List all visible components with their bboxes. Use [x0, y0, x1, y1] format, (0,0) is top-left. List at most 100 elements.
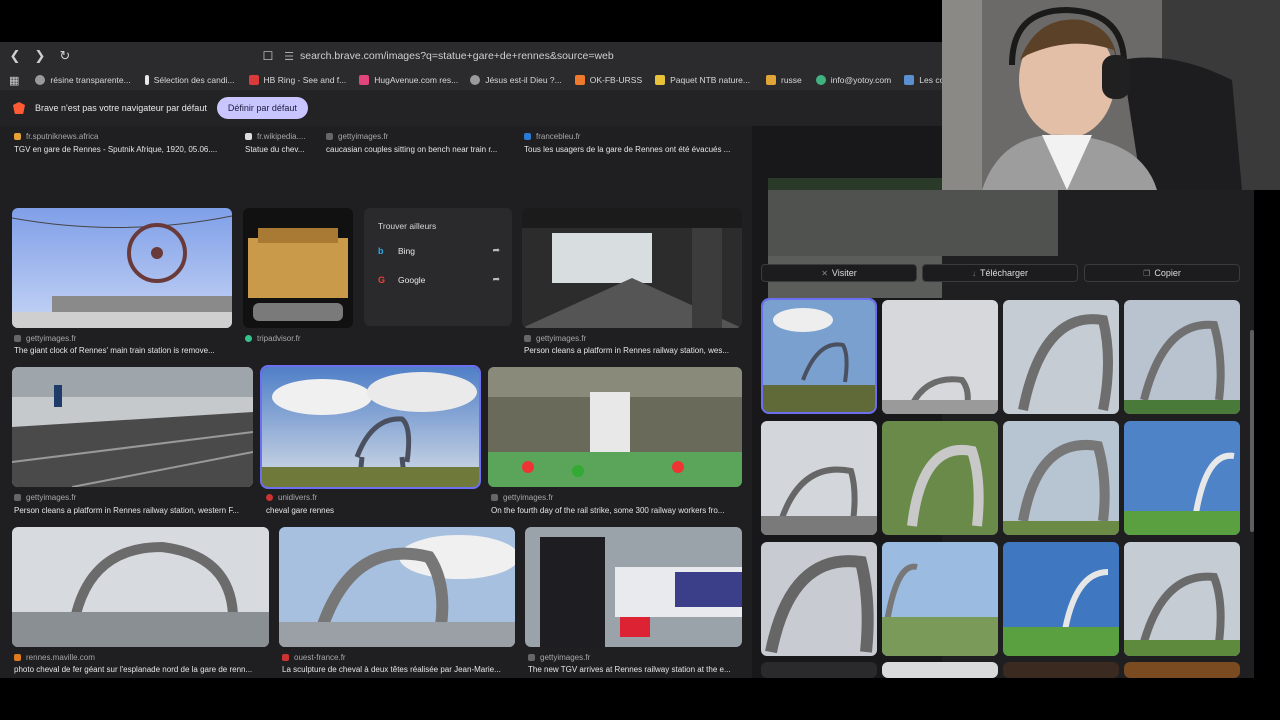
address-bar[interactable]: ☐ ☰ search.brave.com/images?q=statue+gar… — [258, 45, 938, 67]
result-caption[interactable]: The new TGV arrives at Rennes railway st… — [528, 665, 742, 674]
related-thumb[interactable] — [882, 421, 998, 535]
bookmark-item[interactable]: HugAvenue.com res... — [359, 75, 458, 85]
bing-option[interactable]: b Bing ➦ — [378, 245, 500, 256]
result-image[interactable] — [488, 367, 742, 487]
result-caption[interactable]: cheval gare rennes — [266, 506, 476, 515]
favicon-icon — [326, 133, 333, 140]
back-icon[interactable]: ❮ — [5, 46, 25, 66]
related-thumb[interactable] — [1003, 300, 1119, 414]
favicon-icon — [14, 654, 21, 661]
forward-icon[interactable]: ❯ — [30, 46, 50, 66]
related-thumb[interactable] — [761, 421, 877, 535]
apps-grid-icon[interactable]: ▦ — [9, 74, 19, 87]
result-source[interactable]: gettyimages.fr — [491, 493, 553, 502]
result-caption[interactable]: Person cleans a platform in Rennes railw… — [14, 506, 254, 515]
find-elsewhere-popup: Trouver ailleurs b Bing ➦ G Google ➦ — [364, 208, 512, 326]
bookmark-folder[interactable]: russe — [766, 75, 802, 85]
related-thumb[interactable] — [1124, 300, 1240, 414]
source-label: gettyimages.fr — [503, 493, 554, 502]
favicon-icon — [359, 75, 370, 85]
visit-button[interactable]: ✕ Visiter — [761, 264, 917, 282]
related-thumb[interactable] — [882, 662, 998, 678]
result-source[interactable]: gettyimages.fr — [14, 493, 76, 502]
related-thumb[interactable] — [1124, 542, 1240, 656]
related-thumb[interactable] — [761, 542, 877, 656]
result-caption[interactable]: The giant clock of Rennes' main train st… — [14, 346, 234, 355]
external-link-icon: ✕ — [821, 268, 828, 278]
google-option[interactable]: G Google ➦ — [378, 274, 500, 285]
result-image-selected[interactable] — [260, 365, 481, 489]
favicon-icon — [245, 335, 252, 342]
result-source[interactable]: gettyimages.fr — [528, 653, 590, 662]
result-caption[interactable]: Person cleans a platform in Rennes railw… — [524, 346, 744, 355]
result-image[interactable] — [525, 527, 742, 647]
related-thumb[interactable] — [1003, 421, 1119, 535]
result-caption[interactable]: La sculpture de cheval à deux têtes réal… — [282, 665, 516, 674]
result-source[interactable]: unidivers.fr — [266, 493, 317, 502]
horse-statue-thumb — [1124, 421, 1240, 535]
related-thumb[interactable] — [882, 542, 998, 656]
result-source[interactable]: tripadvisor.fr — [245, 334, 301, 343]
source-label: gettyimages.fr — [338, 132, 389, 141]
result-source[interactable]: francebleu.fr — [524, 132, 580, 141]
result-image[interactable] — [12, 527, 269, 647]
source-label: tripadvisor.fr — [257, 334, 301, 343]
result-caption[interactable]: On the fourth day of the rail strike, so… — [491, 506, 743, 515]
result-caption[interactable]: TGV en gare de Rennes - Sputnik Afrique,… — [14, 145, 234, 154]
result-source[interactable]: fr.wikipedia.... — [245, 132, 305, 141]
horse-statue-thumb — [1003, 542, 1119, 656]
site-settings-icon[interactable]: ☰ — [278, 50, 300, 63]
related-thumb[interactable] — [1124, 421, 1240, 535]
related-thumb-selected[interactable] — [761, 298, 877, 414]
folder-icon — [766, 75, 776, 85]
result-image[interactable] — [279, 527, 515, 647]
option-label: Bing — [398, 245, 416, 256]
favicon-icon — [491, 494, 498, 501]
reload-icon[interactable]: ↻ — [55, 46, 75, 66]
bookmark-item[interactable]: Les concours d'aute... — [904, 75, 942, 85]
result-source[interactable]: rennes.maville.com — [14, 653, 95, 662]
option-label: Google — [398, 274, 426, 285]
bookmark-item[interactable]: Sélection des candi... — [144, 75, 235, 85]
bookmark-label: HB Ring - See and f... — [263, 75, 347, 85]
favicon-icon — [524, 133, 531, 140]
related-thumb[interactable] — [761, 662, 877, 678]
download-icon: ↓ — [971, 268, 976, 278]
bookmark-icon[interactable]: ☐ — [258, 49, 278, 63]
bookmark-label: Sélection des candi... — [153, 75, 235, 85]
bookmark-item[interactable]: HB Ring - See and f... — [248, 75, 347, 85]
url-text[interactable]: search.brave.com/images?q=statue+gare+de… — [300, 50, 614, 62]
result-source[interactable]: gettyimages.fr — [14, 334, 76, 343]
panel-scrollbar[interactable] — [1250, 330, 1254, 532]
result-caption[interactable]: Statue du chev... — [245, 145, 317, 154]
popup-title: Trouver ailleurs — [378, 221, 437, 231]
result-image[interactable] — [243, 208, 353, 328]
related-thumb[interactable] — [1003, 662, 1119, 678]
bookmark-item[interactable]: OK-FB-URSS — [574, 75, 642, 85]
result-source[interactable]: gettyimages.fr — [524, 334, 586, 343]
bookmark-item[interactable]: Jésus est-il Dieu ?... — [470, 75, 562, 85]
result-caption[interactable]: Tous les usagers de la gare de Rennes on… — [524, 145, 744, 154]
bookmark-item[interactable]: résine transparente... — [35, 75, 131, 85]
result-source[interactable]: fr.sputniknews.africa — [14, 132, 98, 141]
result-image[interactable] — [522, 208, 742, 328]
download-button[interactable]: ↓ Télécharger — [922, 264, 1078, 282]
related-thumb[interactable] — [1003, 542, 1119, 656]
favicon-icon — [248, 75, 259, 85]
result-caption[interactable]: caucasian couples sitting on bench near … — [326, 145, 514, 154]
source-label: fr.sputniknews.africa — [26, 132, 99, 141]
result-image[interactable] — [12, 367, 253, 487]
horse-statue-photo — [12, 527, 269, 647]
copy-button[interactable]: ❐ Copier — [1084, 264, 1240, 282]
result-source[interactable]: ouest-france.fr — [282, 653, 346, 662]
related-thumb[interactable] — [882, 300, 998, 414]
result-caption[interactable]: photo cheval de fer géant sur l'esplanad… — [14, 665, 269, 674]
bookmark-item[interactable]: Paquet NTB nature... — [655, 75, 750, 85]
related-thumb[interactable] — [1124, 662, 1240, 678]
copy-icon: ❐ — [1143, 268, 1151, 278]
bookmark-item[interactable]: info@yotoy.com — [815, 75, 891, 85]
set-default-button[interactable]: Définir par défaut — [216, 97, 308, 119]
result-image[interactable] — [12, 208, 232, 328]
visit-label: Visiter — [831, 268, 857, 278]
result-source[interactable]: gettyimages.fr — [326, 132, 388, 141]
